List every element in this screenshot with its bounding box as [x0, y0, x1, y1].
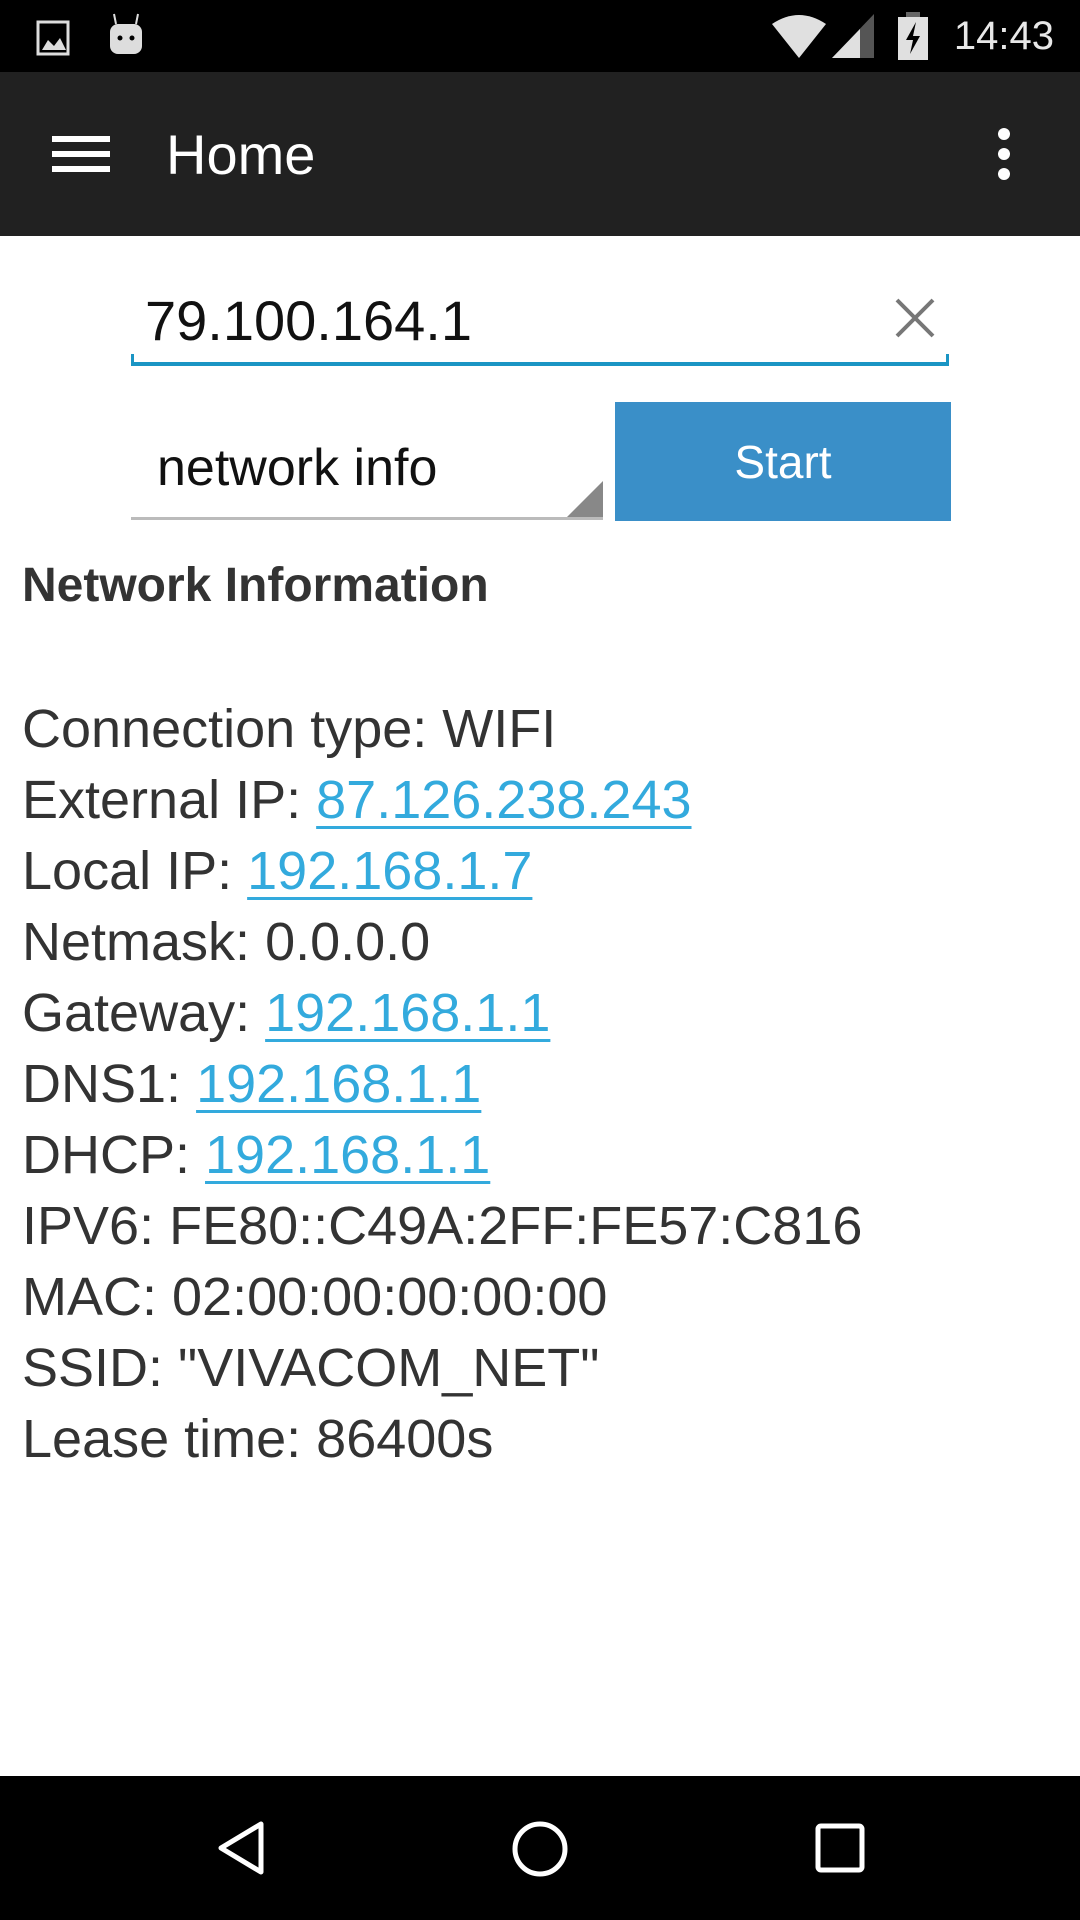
info-value: FE80::C49A:2FF:FE57:C816	[169, 1196, 863, 1256]
info-row: DHCP: 192.168.1.1	[22, 1120, 862, 1191]
info-row: Local IP: 192.168.1.7	[22, 836, 862, 907]
info-label: DNS1:	[22, 1054, 197, 1114]
result-heading: Network Information	[22, 559, 489, 612]
info-row: IPV6: FE80::C49A:2FF:FE57:C816	[22, 1191, 862, 1262]
page-title: Home	[166, 123, 316, 186]
info-label: Lease time:	[22, 1409, 317, 1469]
info-value: 0.0.0.0	[265, 912, 431, 972]
info-link[interactable]: 192.168.1.7	[247, 841, 532, 901]
info-label: Netmask:	[22, 912, 266, 972]
hamburger-icon[interactable]	[52, 134, 112, 174]
info-label: SSID:	[22, 1338, 179, 1398]
more-vert-icon[interactable]	[994, 126, 1014, 182]
info-label: Connection type:	[22, 699, 443, 759]
app-bar: Home	[0, 72, 1080, 236]
info-row: Connection type: WIFI	[22, 694, 862, 765]
dropdown-arrow-icon	[567, 481, 603, 517]
navigation-bar	[0, 1776, 1080, 1920]
info-row: Netmask: 0.0.0.0	[22, 907, 862, 978]
wifi-icon	[772, 15, 826, 58]
back-icon[interactable]	[215, 1820, 267, 1876]
host-input-value[interactable]: 79.100.164.1	[145, 288, 472, 353]
cell-signal-icon	[832, 14, 874, 58]
info-label: MAC:	[22, 1267, 173, 1327]
start-button[interactable]: Start	[615, 402, 951, 521]
info-value: 02:00:00:00:00:00	[172, 1267, 608, 1327]
info-value: 86400s	[316, 1409, 494, 1469]
network-info-list: Connection type: WIFI External IP: 87.126…	[22, 694, 862, 1475]
info-row: SSID: "VIVACOM_NET"	[22, 1333, 862, 1404]
info-value: "VIVACOM_NET"	[178, 1338, 600, 1398]
info-link[interactable]: 87.126.238.243	[316, 770, 691, 830]
battery-charging-icon	[898, 12, 928, 60]
tool-select[interactable]: network info	[131, 402, 603, 520]
close-icon[interactable]	[895, 298, 935, 338]
info-row: Lease time: 86400s	[22, 1404, 862, 1475]
info-link[interactable]: 192.168.1.1	[265, 983, 550, 1043]
tool-select-value: network info	[157, 439, 438, 497]
info-link[interactable]: 192.168.1.1	[205, 1125, 490, 1185]
info-row: DNS1: 192.168.1.1	[22, 1049, 862, 1120]
image-notification-icon	[36, 20, 70, 56]
info-value: WIFI	[442, 699, 557, 759]
info-label: DHCP:	[22, 1125, 206, 1185]
info-link[interactable]: 192.168.1.1	[196, 1054, 481, 1114]
info-label: Gateway:	[22, 983, 266, 1043]
clock: 14:43	[953, 14, 1054, 58]
info-label: IPV6:	[22, 1196, 170, 1256]
info-row: MAC: 02:00:00:00:00:00	[22, 1262, 862, 1333]
android-notification-icon	[110, 13, 142, 54]
recents-icon[interactable]	[814, 1822, 866, 1874]
host-input[interactable]: 79.100.164.1	[131, 280, 949, 366]
info-label: External IP:	[22, 770, 317, 830]
info-row: External IP: 87.126.238.243	[22, 765, 862, 836]
status-bar: 14:43	[0, 0, 1080, 72]
info-row: Gateway: 192.168.1.1	[22, 978, 862, 1049]
info-label: Local IP:	[22, 841, 248, 901]
home-icon[interactable]	[511, 1820, 569, 1878]
